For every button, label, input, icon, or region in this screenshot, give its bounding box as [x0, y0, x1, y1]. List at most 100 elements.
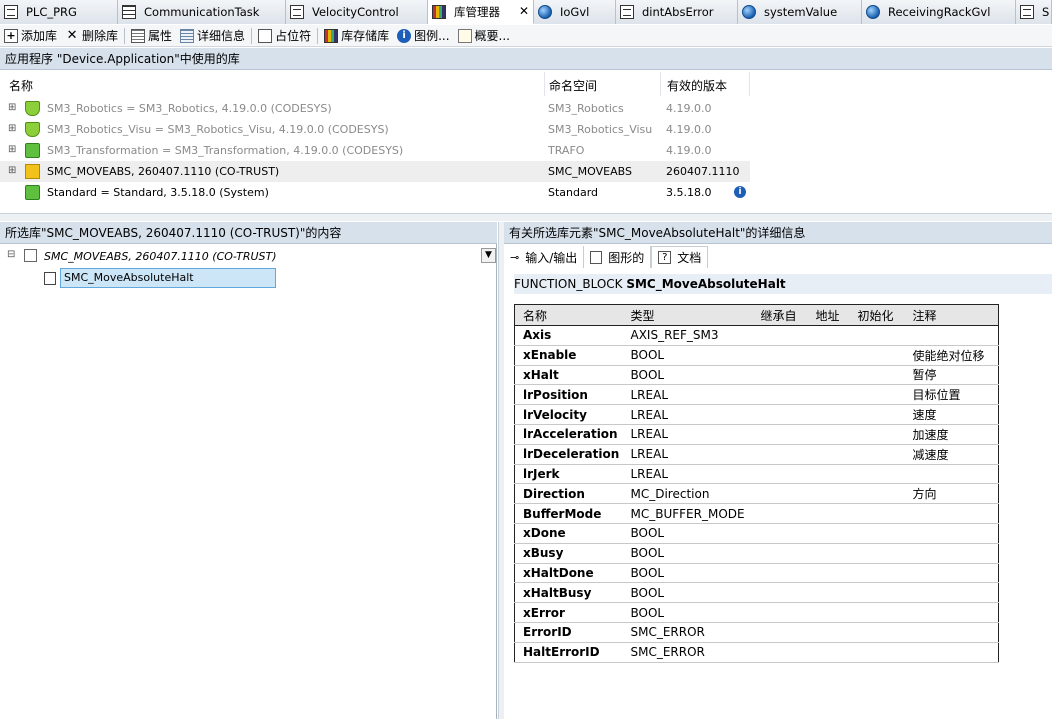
column-header-namespace[interactable]: 命名空间 — [549, 76, 597, 96]
parameter-comment: 减速度 — [904, 444, 999, 465]
parameter-row: lrVelocity LREAL 速度 — [514, 404, 999, 425]
document-icon — [290, 5, 304, 19]
function-block-icon — [44, 272, 56, 285]
parameter-empty-cell — [849, 622, 905, 643]
parameter-empty-cell — [849, 582, 905, 604]
parameter-empty-cell — [752, 384, 808, 406]
horizontal-splitter[interactable] — [0, 213, 1052, 221]
parameter-row: xDone BOOL — [514, 523, 999, 544]
parameter-empty-cell — [807, 523, 850, 544]
placeholder-button[interactable]: 占位符 — [254, 26, 315, 46]
tab-8[interactable]: S — [1016, 0, 1052, 24]
parameter-comment — [904, 622, 999, 643]
column-header-name[interactable]: 名称 — [9, 76, 33, 96]
parameter-empty-cell — [807, 345, 850, 366]
parameter-type: BOOL — [622, 345, 753, 366]
library-row[interactable]: ⊞ SMC_MOVEABS, 260407.1110 (CO-TRUST) SMC_… — [0, 161, 750, 182]
column-header-type: 类型 — [622, 304, 753, 326]
column-divider — [660, 72, 661, 96]
parameter-empty-cell — [752, 543, 808, 564]
expand-toggle[interactable]: ⊞ — [8, 124, 17, 134]
dropdown-arrow-button[interactable]: ▼ — [481, 248, 496, 263]
parameter-row: xEnable BOOL 使能绝对位移 — [514, 345, 999, 366]
parameter-type: LREAL — [622, 404, 753, 425]
summary-button[interactable]: 概要... — [454, 26, 514, 46]
library-version: 4.19.0.0 — [666, 123, 712, 136]
parameter-empty-cell — [849, 642, 905, 663]
placeholder-icon — [258, 28, 273, 43]
parameter-empty-cell — [849, 325, 905, 346]
tree-root-label[interactable]: SMC_MOVEABS, 260407.1110 (CO-TRUST) — [44, 250, 277, 263]
tab-label: dintAbsError — [642, 5, 714, 19]
add-library-button[interactable]: + 添加库 — [0, 26, 61, 46]
delete-library-button[interactable]: ✕ 删除库 — [61, 26, 122, 46]
tab-5[interactable]: dintAbsError — [616, 0, 738, 24]
parameter-empty-cell — [807, 325, 850, 346]
parameter-empty-cell — [849, 543, 905, 564]
parameter-name: Axis — [514, 325, 623, 346]
library-row[interactable]: ⊞ SM3_Transformation = SM3_Transformation… — [0, 140, 750, 161]
parameter-type: LREAL — [622, 464, 753, 485]
tab-documentation[interactable]: ? 文档 — [651, 246, 709, 268]
parameter-name: ErrorID — [514, 622, 623, 643]
expand-toggle[interactable]: ⊞ — [8, 145, 17, 155]
parameter-empty-cell — [752, 503, 808, 524]
details-button[interactable]: 详细信息 — [176, 26, 249, 46]
tab-graphical[interactable]: 图形的 — [584, 246, 652, 268]
document-icon — [4, 5, 18, 19]
close-icon[interactable]: ✕ — [519, 4, 529, 18]
tab-label: PLC_PRG — [26, 5, 77, 19]
column-header-initial: 初始化 — [849, 304, 905, 326]
parameter-comment: 使能绝对位移 — [904, 345, 999, 366]
parameter-comment — [904, 642, 999, 663]
parameter-row: lrAcceleration LREAL 加速度 — [514, 424, 999, 445]
library-name: SMC_MOVEABS, 260407.1110 (CO-TRUST) — [47, 165, 280, 178]
column-header-version[interactable]: 有效的版本 — [667, 76, 727, 96]
parameter-empty-cell — [849, 523, 905, 544]
tree-collapse-toggle[interactable]: ⊟ — [7, 249, 15, 260]
tab-7[interactable]: ReceivingRackGvl — [862, 0, 1016, 24]
library-node-icon — [24, 249, 37, 262]
parameter-name: BufferMode — [514, 503, 623, 524]
properties-button[interactable]: 属性 — [127, 26, 176, 46]
parameter-comment — [904, 563, 999, 584]
parameter-name: xHalt — [514, 365, 623, 386]
summary-icon — [457, 28, 472, 43]
library-row[interactable]: Standard = Standard, 3.5.18.0 (System) St… — [0, 182, 750, 203]
vertical-splitter[interactable] — [498, 222, 504, 719]
library-content-header: 所选库"SMC_MOVEABS, 260407.1110 (CO-TRUST)"… — [0, 222, 497, 244]
library-row[interactable]: ⊞ SM3_Robotics = SM3_Robotics, 4.19.0.0 (… — [0, 98, 750, 119]
legend-button[interactable]: i 图例... — [393, 26, 453, 46]
parameter-type: LREAL — [622, 444, 753, 465]
parameter-row: xError BOOL — [514, 602, 999, 623]
tab-1[interactable]: CommunicationTask — [118, 0, 286, 24]
parameter-empty-cell — [849, 424, 905, 445]
parameter-comment — [904, 325, 999, 346]
parameter-type: BOOL — [622, 563, 753, 584]
tab-6[interactable]: systemValue — [738, 0, 862, 24]
tab-2[interactable]: VelocityControl — [286, 0, 428, 24]
library-version: 3.5.18.0 — [666, 186, 712, 199]
tab-4[interactable]: IoGvl — [534, 0, 616, 24]
expand-toggle[interactable]: ⊞ — [8, 103, 17, 113]
expand-toggle[interactable]: ⊞ — [8, 166, 17, 176]
library-version: 260407.1110 — [666, 165, 740, 178]
parameter-comment — [904, 543, 999, 564]
parameter-name: lrDeceleration — [514, 444, 623, 465]
info-icon[interactable]: i — [734, 186, 746, 198]
tab-0[interactable]: PLC_PRG — [0, 0, 118, 24]
tree-item-smc-moveabsolutehalt[interactable]: SMC_MoveAbsoluteHalt — [60, 268, 276, 288]
library-version: 4.19.0.0 — [666, 144, 712, 157]
tab-inputs-outputs[interactable]: ⊸ 输入/输出 — [504, 246, 585, 268]
column-divider — [749, 72, 750, 96]
parameter-row: lrDeceleration LREAL 减速度 — [514, 444, 999, 465]
tab-3[interactable]: 库管理器 ✕ — [428, 0, 534, 24]
library-namespace: Standard — [548, 186, 599, 199]
shield-icon — [25, 101, 40, 116]
parameter-name: lrJerk — [514, 464, 623, 485]
library-repository-button[interactable]: 库存储库 — [320, 26, 393, 46]
column-header-name: 名称 — [514, 304, 623, 326]
library-row[interactable]: ⊞ SM3_Robotics_Visu = SM3_Robotics_Visu, … — [0, 119, 750, 140]
tab-label: S — [1042, 5, 1050, 19]
parameter-type: BOOL — [622, 543, 753, 564]
